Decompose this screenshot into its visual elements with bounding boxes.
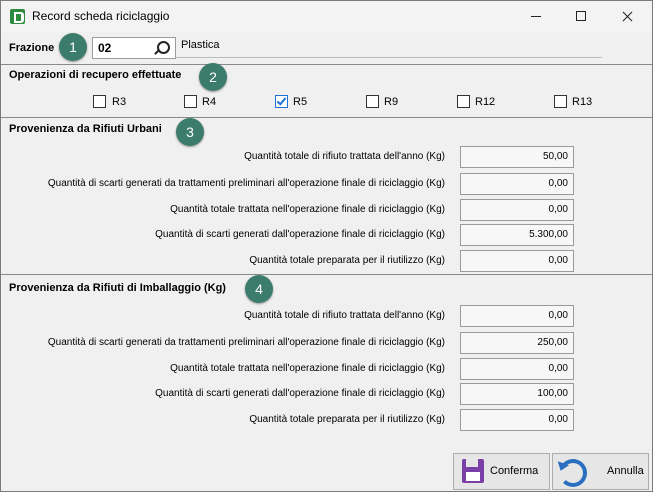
checkbox-r9-label: R9 xyxy=(384,96,399,108)
imballaggio-value-field[interactable]: 0,00 xyxy=(460,358,574,380)
imballaggio-value-field[interactable]: 250,00 xyxy=(460,332,574,354)
imballaggio-value-field[interactable]: 0,00 xyxy=(460,305,574,327)
checkbox-r12[interactable] xyxy=(457,95,470,108)
step-badge-4: 4 xyxy=(245,275,273,303)
urbani-value: 0,00 xyxy=(548,255,568,266)
checkbox-r3-label: R3 xyxy=(112,96,127,108)
checkbox-r12-label: R12 xyxy=(475,96,496,108)
imballaggio-value: 0,00 xyxy=(548,310,568,321)
urbani-section-title: Provenienza da Rifiuti Urbani xyxy=(9,123,162,135)
title-bar[interactable]: Record scheda riciclaggio xyxy=(1,1,652,32)
checkbox-r5-label: R5 xyxy=(293,96,308,108)
imballaggio-row-label: Quantità totale trattata nell'operazione… xyxy=(170,363,445,374)
urbani-row-label: Quantità totale di rifiuto trattata dell… xyxy=(244,151,445,162)
operations-title: Operazioni di recupero effettuate xyxy=(9,69,182,81)
urbani-value: 50,00 xyxy=(542,151,568,162)
imballaggio-value: 100,00 xyxy=(537,388,568,399)
imballaggio-value: 0,00 xyxy=(548,363,568,374)
cancel-button-label: Annulla xyxy=(607,465,644,477)
checkbox-r9[interactable] xyxy=(366,95,379,108)
imballaggio-row-label: Quantità di scarti generati da trattamen… xyxy=(47,337,445,348)
section-divider xyxy=(1,117,652,118)
checkbox-r3[interactable] xyxy=(93,95,106,108)
checkbox-r5[interactable] xyxy=(275,95,288,108)
maximize-button[interactable] xyxy=(558,1,604,32)
urbani-row-label: Quantità di scarti generati dall'operazi… xyxy=(155,229,445,240)
urbani-value: 0,00 xyxy=(548,204,568,215)
urbani-row-label: Quantità di scarti generati da trattamen… xyxy=(47,178,445,189)
checkbox-r13-label: R13 xyxy=(572,96,593,108)
dialog-window: Record scheda riciclaggio Frazione 1 02 … xyxy=(0,0,653,492)
section-divider xyxy=(1,274,652,275)
imballaggio-row-label: Quantità totale di rifiuto trattata dell… xyxy=(244,310,445,321)
undo-icon xyxy=(559,459,587,487)
imballaggio-row-label: Quantità di scarti generati dall'operazi… xyxy=(155,388,445,399)
urbani-value-field[interactable]: 0,00 xyxy=(460,250,574,272)
confirm-button[interactable]: Conferma xyxy=(453,453,550,490)
urbani-value: 0,00 xyxy=(548,178,568,189)
floppy-disk-icon xyxy=(462,459,484,483)
window-title: Record scheda riciclaggio xyxy=(32,9,170,23)
urbani-value-field[interactable]: 0,00 xyxy=(460,199,574,221)
imballaggio-value-field[interactable]: 100,00 xyxy=(460,383,574,405)
cancel-button[interactable]: Annulla xyxy=(552,453,649,490)
section-divider xyxy=(1,64,652,65)
checkbox-r4-label: R4 xyxy=(202,96,217,108)
urbani-value-field[interactable]: 5.300,00 xyxy=(460,224,574,246)
imballaggio-section-title: Provenienza da Rifiuti di Imballaggio (K… xyxy=(9,282,226,294)
frazione-code-input[interactable]: 02 xyxy=(92,37,176,59)
imballaggio-row-label: Quantità totale preparata per il riutili… xyxy=(249,414,445,425)
minimize-button[interactable] xyxy=(513,1,559,32)
frazione-code-value: 02 xyxy=(98,41,112,55)
urbani-value-field[interactable]: 0,00 xyxy=(460,173,574,195)
search-icon[interactable] xyxy=(157,41,170,54)
imballaggio-value-field[interactable]: 0,00 xyxy=(460,409,574,431)
app-logo-icon xyxy=(10,9,25,24)
step-badge-3: 3 xyxy=(176,118,204,146)
close-button[interactable] xyxy=(604,1,650,32)
step-badge-2: 2 xyxy=(199,63,227,91)
frazione-description-field: Plastica xyxy=(175,37,602,58)
urbani-row-label: Quantità totale preparata per il riutili… xyxy=(249,255,445,266)
checkbox-r4[interactable] xyxy=(184,95,197,108)
imballaggio-value: 0,00 xyxy=(548,414,568,425)
checkbox-r13[interactable] xyxy=(554,95,567,108)
step-badge-1: 1 xyxy=(59,33,87,61)
confirm-button-label: Conferma xyxy=(490,465,539,477)
urbani-value: 5.300,00 xyxy=(529,229,568,240)
imballaggio-value: 250,00 xyxy=(537,337,568,348)
urbani-value-field[interactable]: 50,00 xyxy=(460,146,574,168)
frazione-label: Frazione xyxy=(9,42,55,54)
frazione-description-value: Plastica xyxy=(181,39,220,51)
urbani-row-label: Quantità totale trattata nell'operazione… xyxy=(170,204,445,215)
